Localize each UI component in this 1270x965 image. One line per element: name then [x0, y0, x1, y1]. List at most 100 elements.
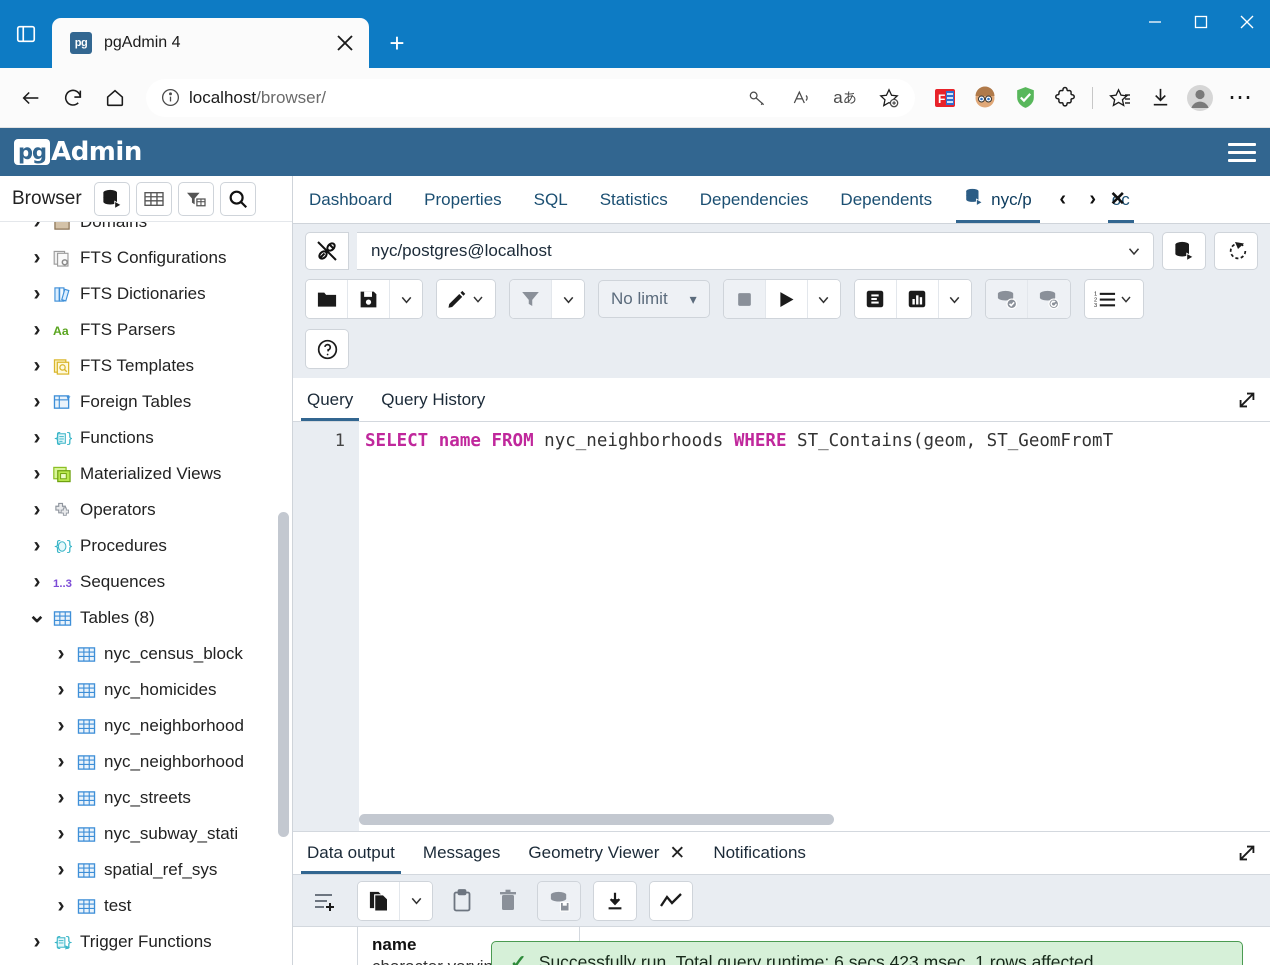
filter-icon[interactable] — [510, 280, 552, 318]
chevron-right-icon[interactable]: › — [54, 678, 68, 702]
tab-query-history[interactable]: Query History — [367, 378, 499, 421]
macros-list-icon[interactable]: 123 — [1084, 280, 1143, 318]
tree-item-operators[interactable]: › Operators — [0, 492, 292, 528]
tree-item-fts-configurations[interactable]: › FTS Configurations — [0, 240, 292, 276]
edit-pencil-icon[interactable] — [437, 280, 495, 318]
chevron-right-icon[interactable]: › — [30, 462, 44, 486]
tab-query[interactable]: Query — [293, 378, 367, 421]
chevron-right-icon[interactable]: › — [30, 570, 44, 594]
chevron-right-icon[interactable]: › — [30, 354, 44, 378]
tree-item-sequences[interactable]: › 1..3 Sequences — [0, 564, 292, 600]
tree-item-nyc-neighborhood[interactable]: › nyc_neighborhood — [0, 708, 292, 744]
tab-messages[interactable]: Messages — [409, 832, 514, 874]
hamburger-menu-icon[interactable] — [1228, 138, 1256, 167]
reset-layout-icon[interactable] — [1214, 232, 1258, 270]
tabs-prev-button[interactable]: ‹ — [1048, 176, 1078, 223]
save-data-changes-icon[interactable] — [538, 881, 580, 920]
download-csv-icon[interactable] — [594, 881, 636, 920]
new-tab-button[interactable]: + — [377, 23, 417, 63]
chevron-right-icon[interactable]: › — [54, 750, 68, 774]
tree-item-nyc-neighborhood[interactable]: › nyc_neighborhood — [0, 744, 292, 780]
tab-statistics[interactable]: Statistics — [584, 176, 684, 223]
expand-diagonal-icon[interactable] — [1224, 832, 1270, 874]
explain-caret-icon[interactable] — [938, 280, 971, 318]
chevron-right-icon[interactable]: › — [54, 786, 68, 810]
chevron-right-icon[interactable]: › — [30, 930, 44, 954]
tree-item-nyc-subway-stati[interactable]: › nyc_subway_stati — [0, 816, 292, 852]
tree-item-foreign-tables[interactable]: › Foreign Tables — [0, 384, 292, 420]
expand-diagonal-icon[interactable] — [1224, 378, 1270, 421]
tree-item-materialized-views[interactable]: › Materialized Views — [0, 456, 292, 492]
tab-dependents[interactable]: Dependents — [824, 176, 948, 223]
help-question-icon[interactable] — [306, 330, 348, 368]
tab-query-tool-nyc[interactable]: nyc/p — [948, 176, 1048, 223]
chevron-right-icon[interactable]: › — [54, 822, 68, 846]
tab-dashboard[interactable]: Dashboard — [293, 176, 408, 223]
tab-geometry-viewer[interactable]: Geometry Viewer ✕ — [514, 832, 699, 874]
password-key-icon[interactable] — [739, 80, 775, 116]
paste-icon[interactable] — [445, 889, 479, 912]
stop-icon[interactable] — [723, 280, 766, 318]
tree-item-nyc-census-block[interactable]: › nyc_census_block — [0, 636, 292, 672]
tab-properties[interactable]: Properties — [408, 176, 517, 223]
tree-item-trigger-functions[interactable]: › {} Trigger Functions — [0, 924, 292, 960]
delete-trash-icon[interactable] — [491, 889, 525, 912]
commit-icon[interactable] — [985, 280, 1028, 318]
filter-caret-icon[interactable] — [552, 280, 584, 318]
tab-sql[interactable]: SQL — [518, 176, 584, 223]
close-icon[interactable]: ✕ — [669, 842, 685, 865]
chevron-right-icon[interactable]: › — [30, 534, 44, 558]
home-icon[interactable] — [96, 79, 134, 117]
read-aloud-icon[interactable] — [783, 80, 819, 116]
close-window-button[interactable] — [1224, 0, 1270, 44]
sql-code[interactable]: SELECT name FROM nyc_neighborhoods WHERE… — [359, 422, 1270, 831]
tree-item-nyc-streets[interactable]: › nyc_streets — [0, 780, 292, 816]
address-bar[interactable]: localhost/browser/ aあ — [146, 78, 915, 117]
tree-item-functions[interactable]: › {} Functions — [0, 420, 292, 456]
refresh-icon[interactable] — [54, 79, 92, 117]
save-caret-icon[interactable] — [390, 280, 422, 318]
sql-editor[interactable]: 1 SELECT name FROM nyc_neighborhoods WHE… — [293, 422, 1270, 831]
tab-data-output[interactable]: Data output — [293, 832, 409, 874]
chevron-right-icon[interactable]: › — [30, 318, 44, 342]
tab-overflow-partial[interactable]: oc ✕ — [1107, 176, 1134, 223]
view-data-icon[interactable] — [135, 181, 172, 216]
chevron-right-icon[interactable]: › — [54, 858, 68, 882]
chevron-right-icon[interactable]: › — [54, 642, 68, 666]
add-row-icon[interactable] — [305, 890, 345, 912]
graph-visualiser-icon[interactable] — [650, 881, 692, 920]
filter-data-icon[interactable] — [177, 181, 214, 216]
tab-notifications[interactable]: Notifications — [699, 832, 820, 874]
chevron-right-icon[interactable]: › — [30, 222, 44, 234]
tree-item-nyc-homicides[interactable]: › nyc_homicides — [0, 672, 292, 708]
editor-horizontal-scrollbar[interactable] — [359, 814, 834, 825]
execute-play-icon[interactable] — [765, 280, 808, 318]
rollback-icon[interactable] — [1027, 280, 1070, 318]
chevron-down-icon[interactable]: ⌄ — [28, 602, 46, 628]
tree-item-fts-dictionaries[interactable]: › FTS Dictionaries — [0, 276, 292, 312]
search-objects-icon[interactable] — [219, 181, 256, 216]
new-connection-icon[interactable] — [1162, 232, 1206, 270]
avatar-extension-icon[interactable] — [967, 80, 1003, 116]
tree-item-spatial-ref-sys[interactable]: › spatial_ref_sys — [0, 852, 292, 888]
browser-tab[interactable]: pg pgAdmin 4 — [52, 18, 369, 68]
tree-item-fts-parsers[interactable]: › Aa FTS Parsers — [0, 312, 292, 348]
back-arrow-icon[interactable] — [12, 79, 50, 117]
close-icon[interactable] — [331, 29, 359, 57]
open-file-icon[interactable] — [306, 280, 348, 318]
chevron-right-icon[interactable]: › — [30, 246, 44, 270]
profile-avatar-icon[interactable] — [1182, 80, 1218, 116]
tab-dependencies[interactable]: Dependencies — [684, 176, 825, 223]
query-tool-icon[interactable] — [93, 181, 130, 216]
downloads-icon[interactable] — [1142, 80, 1178, 116]
explain-icon[interactable] — [854, 280, 897, 318]
browser-settings-more-icon[interactable]: ⋯ — [1222, 80, 1258, 116]
execute-caret-icon[interactable] — [807, 280, 840, 318]
tab-actions-icon[interactable] — [0, 0, 52, 68]
chevron-right-icon[interactable]: › — [54, 894, 68, 918]
add-favorite-icon[interactable] — [871, 80, 907, 116]
maximize-button[interactable] — [1178, 0, 1224, 44]
tree-item-domains[interactable]: › Domains — [0, 222, 292, 240]
copy-caret-icon[interactable] — [400, 881, 432, 920]
chevron-right-icon[interactable]: › — [54, 714, 68, 738]
